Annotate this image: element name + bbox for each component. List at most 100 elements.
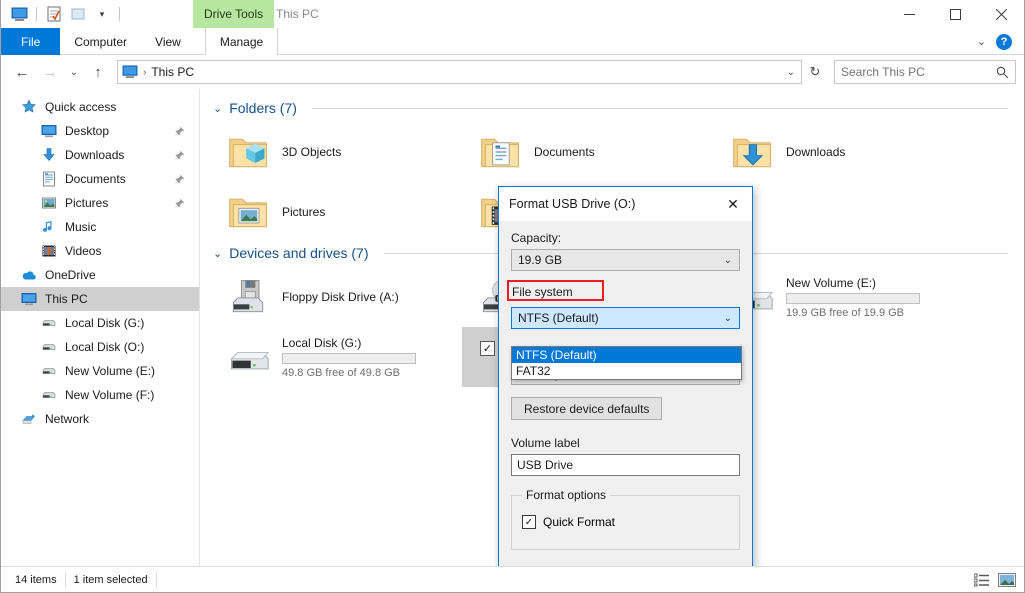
contextual-tab-header: Drive Tools [193,0,275,28]
file-system-option[interactable]: NTFS (Default) [512,347,741,363]
file-system-option[interactable]: FAT32 [512,363,741,379]
sidebar-item-onedrive[interactable]: OneDrive [1,263,199,287]
folder-pictures-icon [224,188,272,236]
sidebar-item-documents[interactable]: Documents [1,167,199,191]
restore-device-defaults-button[interactable]: Restore device defaults [511,397,663,420]
status-bar: 14 items 1 item selected [1,566,1024,592]
pin-icon[interactable] [174,174,185,185]
item-tile[interactable]: 3D Objects [210,122,462,182]
search-placeholder: Search This PC [841,65,925,79]
sidebar-item-music[interactable]: Music [1,215,199,239]
folder-3d-objects-icon [226,130,270,174]
item-text: Pictures [282,205,325,219]
item-tile[interactable]: Pictures [210,182,462,242]
chevron-down-icon[interactable]: ⌄ [213,102,222,115]
capacity-value: 19.9 GB [518,253,563,267]
chevron-down-icon[interactable]: ⌄ [213,247,222,260]
chevron-down-icon[interactable]: ⌄ [977,35,986,48]
sidebar-item-pictures[interactable]: Pictures [1,191,199,215]
toolbar-divider-2 [119,7,120,21]
pin-icon[interactable] [174,126,185,137]
sidebar-item-new-volume-f[interactable]: New Volume (F:) [1,383,199,407]
search-input[interactable]: Search This PC [834,60,1016,84]
dialog-close-icon[interactable]: ✕ [714,187,752,221]
item-checkbox[interactable]: ✓ [480,341,495,356]
videos-icon [41,243,57,259]
item-name: New Volume (E:) [786,275,877,290]
music-icon [41,219,57,235]
sidebar-item-downloads[interactable]: Downloads [1,143,199,167]
breadcrumb[interactable]: This PC [151,65,194,79]
videos-icon [41,243,57,259]
volume-label-input[interactable]: USB Drive [511,454,740,476]
drive-icon [41,387,57,403]
item-tile[interactable]: Documents [462,122,714,182]
sidebar-item-local-disk-g[interactable]: Local Disk (G:) [1,311,199,335]
item-name: Floppy Disk Drive (A:) [282,290,399,304]
volume-label-label: Volume label [511,436,580,450]
quick-format-checkbox[interactable]: ✓ [522,515,536,529]
this-pc-icon[interactable] [9,4,29,24]
tab-manage[interactable]: Manage [204,28,279,55]
sidebar-item-label: Pictures [65,196,109,210]
close-button[interactable] [978,0,1024,28]
address-input[interactable]: › This PC ⌄ [117,60,802,84]
sidebar-item-new-volume-e[interactable]: New Volume (E:) [1,359,199,383]
title-bar: ▾ Drive Tools This PC [1,0,1024,28]
capacity-bar [786,292,920,304]
recent-locations-button[interactable]: ⌄ [65,59,83,85]
capacity-select[interactable]: 19.9 GB ⌄ [511,249,740,271]
minimize-button[interactable] [886,0,932,28]
this-pc-icon [21,291,37,307]
capacity-label: Capacity: [511,231,562,245]
item-tile[interactable]: Floppy Disk Drive (A:) [210,267,462,327]
tab-view[interactable]: View [141,28,195,55]
back-button[interactable]: ← [9,59,35,85]
refresh-button[interactable]: ↻ [804,60,826,84]
desktop-icon [41,123,57,139]
large-icons-view-icon[interactable] [998,572,1016,587]
sidebar-item-local-disk-o[interactable]: Local Disk (O:) [1,335,199,359]
item-text: Local Disk (G:) 49.8 GB free of 49.8 GB [282,336,416,379]
star-icon [21,99,37,115]
item-tile[interactable]: Local Disk (G:) 49.8 GB free of 49.8 GB [210,327,462,387]
quick-format-label: Quick Format [543,515,616,529]
item-tile[interactable]: Downloads [714,122,966,182]
downloads-icon [41,147,57,163]
customize-dropdown-icon[interactable]: ▾ [92,4,112,24]
chevron-down-icon[interactable]: ⌄ [787,67,795,78]
maximize-button[interactable] [932,0,978,28]
pin-icon[interactable] [174,150,185,161]
sidebar-item-quick-access[interactable]: Quick access [1,95,199,119]
documents-icon [41,171,57,187]
item-name: Documents [534,145,595,159]
group-header[interactable]: ⌄ Folders (7) [213,100,1024,116]
drive-icon [41,339,57,355]
sidebar-item-videos[interactable]: Videos [1,239,199,263]
file-system-label: File system [512,285,573,299]
tab-file[interactable]: File [1,28,61,55]
star-icon [21,99,37,115]
pictures-icon [41,195,57,211]
group-title: Folders (7) [229,100,297,116]
network-icon [21,411,37,427]
details-view-icon[interactable] [974,573,990,587]
file-system-value: NTFS (Default) [518,311,599,325]
help-icon[interactable]: ? [996,33,1012,50]
file-system-select[interactable]: NTFS (Default) ⌄ [511,307,740,329]
up-button[interactable]: ↑ [85,59,111,85]
forward-button[interactable]: → [37,59,63,85]
sidebar-item-this-pc[interactable]: This PC [1,287,199,311]
hdd-icon [224,333,272,381]
pin-icon[interactable] [174,198,185,209]
sidebar-item-network[interactable]: Network [1,407,199,431]
sidebar-item-desktop[interactable]: Desktop [1,119,199,143]
file-system-dropdown-list: NTFS (Default) FAT32 [511,346,742,380]
file-explorer-window: ▾ Drive Tools This PC File Computer View… [0,0,1025,593]
tab-computer[interactable]: Computer [60,28,141,55]
sidebar-item-label: New Volume (F:) [65,388,155,402]
properties-icon[interactable] [44,4,64,24]
chevron-down-icon: ⌄ [723,312,732,324]
new-folder-icon[interactable] [68,4,88,24]
quick-format-row[interactable]: ✓ Quick Format [522,515,729,529]
